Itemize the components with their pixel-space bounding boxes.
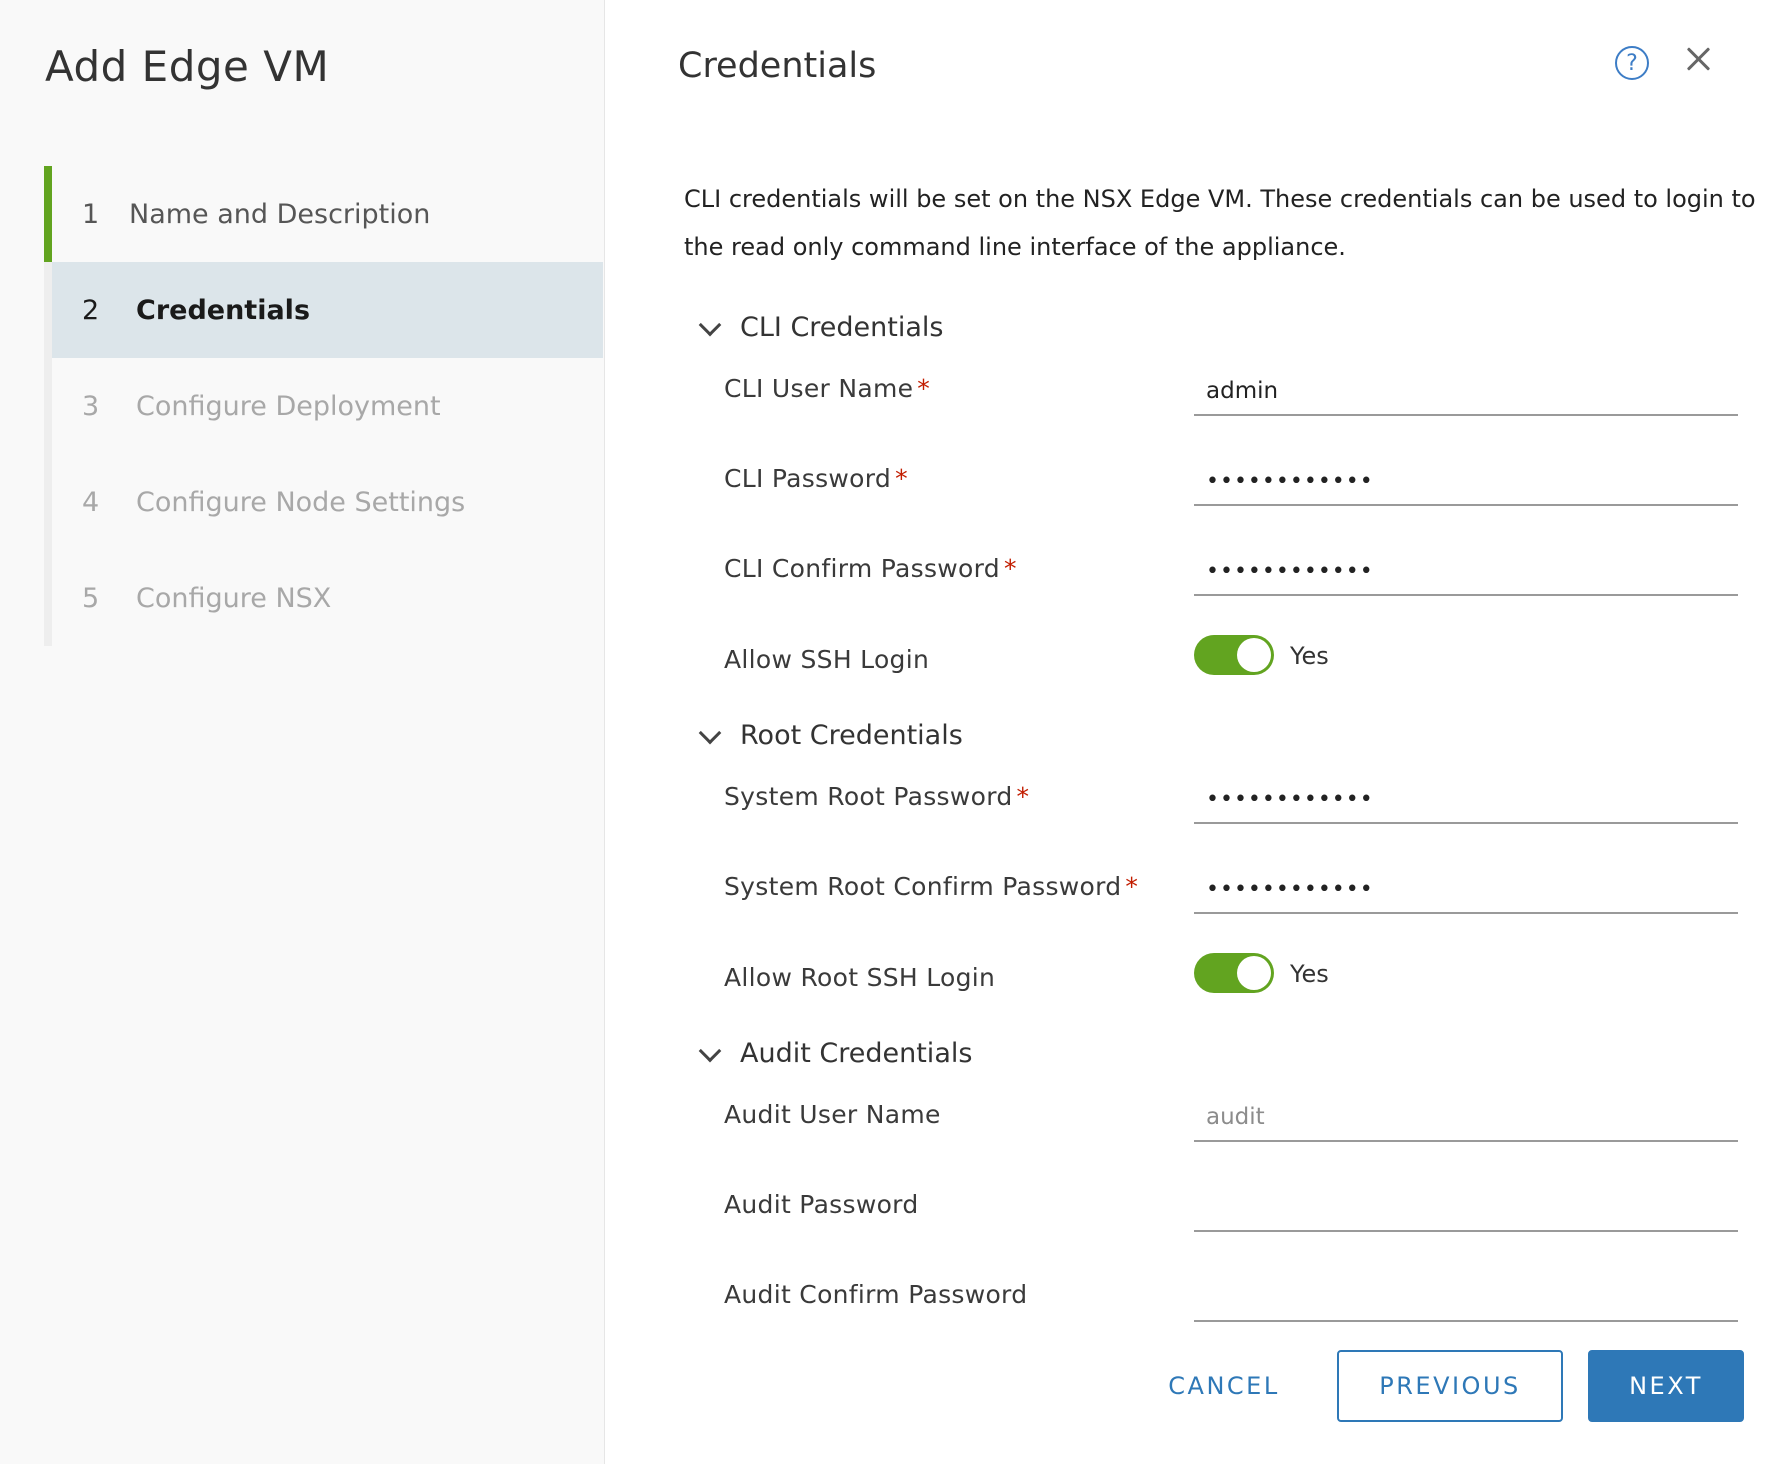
required-marker: * <box>1003 554 1017 583</box>
wizard-content: Credentials ? CLI credentials will be se… <box>606 0 1792 1464</box>
allow-root-ssh-login-toggle[interactable] <box>1194 953 1274 993</box>
label-text: System Root Password <box>724 782 1013 811</box>
step-number: 3 <box>82 390 100 422</box>
step-label: Configure NSX <box>136 582 332 614</box>
chevron-down-icon <box>698 317 720 339</box>
cli-user-name-label: CLI User Name * <box>724 374 930 403</box>
page-title: Credentials <box>678 46 877 86</box>
previous-button[interactable]: PREVIOUS <box>1337 1350 1563 1422</box>
wizard-dialog: Add Edge VM 1 Name and Description 2 Cre… <box>0 0 1792 1464</box>
label-text: CLI Confirm Password <box>724 554 1000 583</box>
cli-password-label: CLI Password * <box>724 464 908 493</box>
step-credentials[interactable]: 2 Credentials <box>52 262 603 358</box>
step-label: Configure Deployment <box>136 390 441 422</box>
allow-root-ssh-login-label: Allow Root SSH Login <box>724 963 996 992</box>
audit-user-name-label: Audit User Name <box>724 1100 941 1129</box>
next-button[interactable]: NEXT <box>1588 1350 1744 1422</box>
section-label: CLI Credentials <box>740 312 944 343</box>
chevron-down-icon <box>698 725 720 747</box>
cli-confirm-password-input[interactable] <box>1194 548 1738 596</box>
allow-root-ssh-login-value: Yes <box>1290 960 1329 988</box>
section-label: Audit Credentials <box>740 1038 973 1069</box>
step-number: 2 <box>82 294 100 326</box>
wizard-sidebar: Add Edge VM 1 Name and Description 2 Cre… <box>0 0 605 1464</box>
system-root-confirm-password-input[interactable] <box>1194 866 1738 914</box>
page-description: CLI credentials will be set on the NSX E… <box>684 185 1756 261</box>
required-marker: * <box>917 374 931 403</box>
step-configure-deployment: 3 Configure Deployment <box>44 358 603 454</box>
label-text: CLI Password <box>724 464 892 493</box>
system-root-password-label: System Root Password * <box>724 782 1029 811</box>
close-icon[interactable] <box>1681 42 1717 78</box>
step-configure-node-settings: 4 Configure Node Settings <box>44 454 603 550</box>
system-root-confirm-password-label: System Root Confirm Password * <box>724 872 1138 901</box>
step-number: 4 <box>82 486 100 518</box>
step-number: 1 <box>82 198 100 230</box>
required-marker: * <box>895 464 908 493</box>
section-label: Root Credentials <box>740 720 963 751</box>
cancel-button[interactable]: CANCEL <box>1146 1350 1302 1422</box>
wizard-steps: 1 Name and Description 2 Credentials 3 C… <box>44 166 603 646</box>
required-marker: * <box>1125 872 1139 901</box>
cli-password-input[interactable] <box>1194 458 1738 506</box>
allow-ssh-login-toggle[interactable] <box>1194 635 1274 675</box>
step-name-and-description[interactable]: 1 Name and Description <box>44 166 603 262</box>
required-marker: * <box>1016 782 1030 811</box>
allow-ssh-login-label: Allow SSH Login <box>724 645 930 674</box>
step-number: 5 <box>82 582 100 614</box>
audit-password-input[interactable] <box>1194 1184 1738 1232</box>
audit-credentials-section-toggle[interactable]: Audit Credentials <box>698 1038 972 1069</box>
step-label: Name and Description <box>129 198 431 230</box>
audit-confirm-password-label: Audit Confirm Password <box>724 1280 1028 1309</box>
cli-confirm-password-label: CLI Confirm Password * <box>724 554 1017 583</box>
wizard-title: Add Edge VM <box>45 42 330 91</box>
label-text: System Root Confirm Password <box>724 872 1122 901</box>
cli-user-name-input[interactable] <box>1194 368 1738 416</box>
help-icon[interactable]: ? <box>1615 46 1649 80</box>
allow-ssh-login-value: Yes <box>1290 642 1329 670</box>
system-root-password-input[interactable] <box>1194 776 1738 824</box>
audit-confirm-password-input[interactable] <box>1194 1274 1738 1322</box>
step-configure-nsx: 5 Configure NSX <box>44 550 603 646</box>
root-credentials-section-toggle[interactable]: Root Credentials <box>698 720 963 751</box>
step-label: Configure Node Settings <box>136 486 466 518</box>
cli-credentials-section-toggle[interactable]: CLI Credentials <box>698 312 943 343</box>
audit-user-name-input[interactable] <box>1194 1094 1738 1142</box>
label-text: CLI User Name <box>724 374 914 403</box>
chevron-down-icon <box>698 1043 720 1065</box>
step-label: Credentials <box>136 294 311 326</box>
audit-password-label: Audit Password <box>724 1190 919 1219</box>
